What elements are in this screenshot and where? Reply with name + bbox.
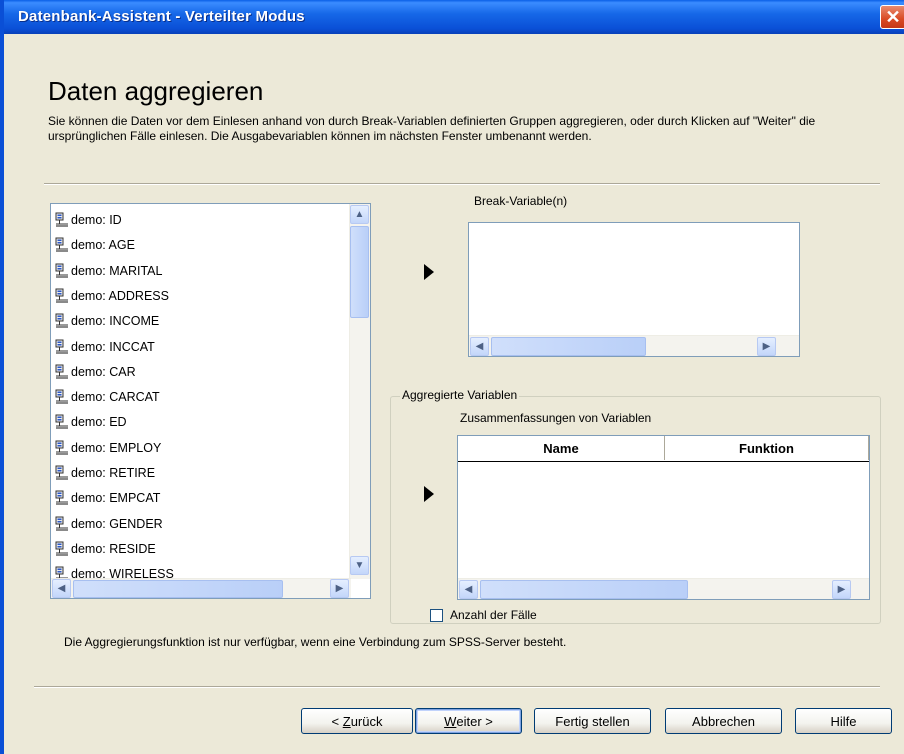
availability-note: Die Aggregierungsfunktion ist nur verfüg… xyxy=(64,635,567,649)
move-to-break-button[interactable] xyxy=(424,264,434,280)
chevron-up-icon: ▲ xyxy=(354,209,365,220)
scroll-right-button[interactable]: ▶ xyxy=(330,579,349,598)
cancel-button[interactable]: Abbrechen xyxy=(665,708,782,734)
summary-table-header: Name Funktion xyxy=(458,436,869,462)
variable-list-item[interactable]: demo: RESIDE xyxy=(55,537,156,561)
variable-icon xyxy=(55,465,69,481)
scroll-down-button[interactable]: ▼ xyxy=(350,556,369,575)
variable-label: demo: EMPLOY xyxy=(71,440,162,455)
variable-label: demo: ED xyxy=(71,415,127,430)
chevron-left-icon: ◀ xyxy=(464,584,473,595)
scroll-up-button[interactable]: ▲ xyxy=(350,205,369,224)
variable-label: demo: ID xyxy=(71,213,122,227)
summary-horizontal-scrollbar[interactable]: ◀ ▶ xyxy=(458,578,869,599)
break-variables-label: Break-Variable(n) xyxy=(474,194,568,208)
variable-list-item[interactable]: demo: INCOME xyxy=(55,309,159,333)
scroll-left-button[interactable]: ◀ xyxy=(459,580,478,599)
back-label-rest: urück xyxy=(350,713,383,729)
variable-list-item[interactable]: demo: MARITAL xyxy=(55,259,162,283)
header-divider xyxy=(44,183,880,185)
variable-list-item[interactable]: demo: AGE xyxy=(55,233,135,257)
variable-label: demo: GENDER xyxy=(71,516,163,531)
variable-icon xyxy=(55,364,69,380)
variable-label: demo: ADDRESS xyxy=(71,288,169,303)
count-cases-label[interactable]: Anzahl der Fälle xyxy=(450,608,537,622)
scroll-thumb[interactable] xyxy=(480,580,688,599)
variable-icon xyxy=(55,490,69,506)
finish-button[interactable]: Fertig stellen xyxy=(534,708,651,734)
scroll-thumb[interactable] xyxy=(73,580,283,598)
page-description: Sie können die Daten vor dem Einlesen an… xyxy=(48,114,816,143)
aggregated-variables-title: Aggregierte Variablen xyxy=(400,388,520,402)
scroll-right-button[interactable]: ▶ xyxy=(832,580,851,599)
variable-icon xyxy=(55,440,69,456)
chevron-right-icon: ▶ xyxy=(762,341,771,352)
variable-icon xyxy=(55,389,69,405)
variable-icon xyxy=(55,414,69,430)
close-icon: ✕ xyxy=(885,7,901,27)
variable-list-item[interactable]: demo: INCCAT xyxy=(55,335,155,359)
back-button[interactable]: < Zurück xyxy=(301,708,413,734)
variable-list-item[interactable]: demo: ADDRESS xyxy=(55,284,169,308)
break-variables-list[interactable]: ◀ ▶ xyxy=(468,222,800,357)
variable-icon xyxy=(55,263,69,279)
title-bar[interactable]: Datenbank-Assistent - Verteilter Modus ✕ xyxy=(4,0,904,34)
break-horizontal-scrollbar[interactable]: ◀ ▶ xyxy=(469,335,799,356)
window-title: Datenbank-Assistent - Verteilter Modus xyxy=(18,8,305,25)
back-label-mnemonic: Z xyxy=(342,713,351,729)
chevron-left-icon: ◀ xyxy=(475,341,484,352)
variable-icon xyxy=(55,339,69,355)
variable-list-item[interactable]: demo: EMPCAT xyxy=(55,486,160,510)
help-button[interactable]: Hilfe xyxy=(795,708,892,734)
variable-list-item[interactable]: demo: ID xyxy=(55,208,122,232)
move-to-summary-button[interactable] xyxy=(424,486,434,502)
scroll-thumb[interactable] xyxy=(491,337,646,356)
footer-divider xyxy=(34,686,880,688)
variable-icon xyxy=(55,541,69,557)
variable-icon xyxy=(55,516,69,532)
next-label-rest: eiter > xyxy=(456,713,493,729)
summary-table[interactable]: Name Funktion ◀ ▶ xyxy=(457,435,870,600)
variable-label: demo: INCCAT xyxy=(71,339,155,354)
variable-label: demo: EMPCAT xyxy=(71,491,161,506)
count-cases-checkbox[interactable] xyxy=(430,609,443,622)
back-label-prefix: < xyxy=(331,713,343,729)
scroll-thumb[interactable] xyxy=(350,226,369,318)
variable-label: demo: CARCAT xyxy=(71,390,160,405)
variable-list-item[interactable]: demo: EMPLOY xyxy=(55,436,161,460)
variable-list-item[interactable]: demo: CARCAT xyxy=(55,385,160,409)
variable-label: demo: RETIRE xyxy=(71,466,156,480)
scroll-left-button[interactable]: ◀ xyxy=(52,579,71,598)
page-title: Daten aggregieren xyxy=(48,76,264,106)
variables-vertical-scrollbar[interactable]: ▲ ▼ xyxy=(349,204,370,579)
next-label-mnemonic: W xyxy=(444,713,457,729)
chevron-left-icon: ◀ xyxy=(57,583,66,594)
variables-list[interactable]: demo: ID demo: AGE demo: MARITAL demo: ADDR… xyxy=(50,203,371,599)
variable-label: demo: CAR xyxy=(71,364,136,379)
variable-icon xyxy=(55,288,69,304)
chevron-down-icon: ▼ xyxy=(354,560,365,571)
scroll-left-button[interactable]: ◀ xyxy=(470,337,489,356)
variable-list-item[interactable]: demo: CAR xyxy=(55,360,136,384)
variable-label: demo: RESIDE xyxy=(71,541,156,556)
variable-list-item[interactable]: demo: ED xyxy=(55,410,127,434)
summary-label: Zusammenfassungen von Variablen xyxy=(460,411,652,425)
variable-label: demo: AGE xyxy=(71,238,135,253)
close-button[interactable]: ✕ xyxy=(880,5,904,29)
variable-icon xyxy=(55,212,69,228)
variable-list-item[interactable]: demo: GENDER xyxy=(55,512,163,536)
variable-icon xyxy=(55,313,69,329)
variable-list-item[interactable]: demo: RETIRE xyxy=(55,461,155,485)
chevron-right-icon: ▶ xyxy=(335,583,344,594)
chevron-right-icon: ▶ xyxy=(837,584,846,595)
dialog-window: Datenbank-Assistent - Verteilter Modus ✕… xyxy=(0,0,904,754)
variable-icon xyxy=(55,237,69,253)
variable-label: demo: INCOME xyxy=(71,314,160,329)
column-header-function[interactable]: Funktion xyxy=(665,436,869,460)
variables-horizontal-scrollbar[interactable]: ◀ ▶ xyxy=(51,578,351,598)
variable-label: demo: MARITAL xyxy=(71,263,163,278)
scroll-right-button[interactable]: ▶ xyxy=(757,337,776,356)
next-button[interactable]: Weiter > xyxy=(415,708,522,734)
column-header-name[interactable]: Name xyxy=(458,436,665,460)
